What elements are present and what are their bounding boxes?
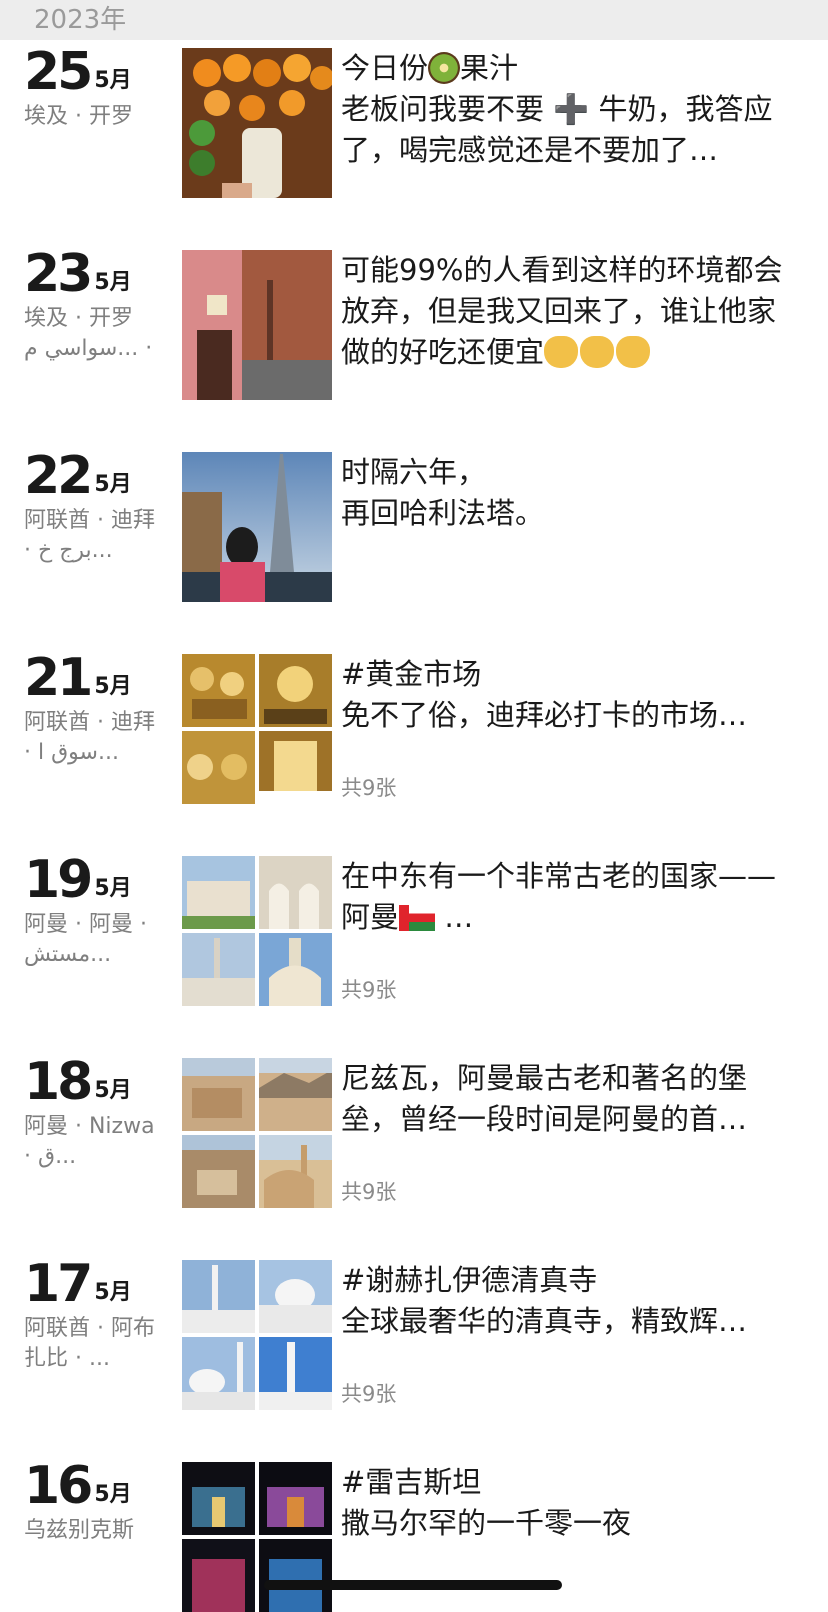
entry-thumbnail[interactable] [182,48,332,198]
nizwa-photo [259,1135,332,1208]
entry-text: 在中东有一个非常古老的国家——阿曼 … [341,856,801,938]
entry-date: 18 5月 [24,1054,132,1110]
gold-photo [259,731,332,804]
oman-photo [182,856,255,929]
gold-photo [182,731,255,804]
entry-location: 阿联酋 · 迪拜 · برج خ... [24,508,155,563]
mosque-photo [259,1260,332,1333]
juice-photo [182,48,332,198]
entry-date: 17 5月 [24,1256,132,1312]
entry-date: 21 5月 [24,650,132,706]
oman-flag-icon [399,905,436,931]
moment-entry[interactable]: 22 5月 阿联酋 · 迪拜 · برج خ... 时隔六年， 再回哈利法塔。 [0,448,828,602]
mosque-photo [182,1260,255,1333]
registan-photo [182,1539,255,1612]
entry-text: 时隔六年， 再回哈利法塔。 [341,455,545,530]
entry-text: #谢赫扎伊德清真寺 全球最奢华的清真寺，精致辉… [341,1263,748,1338]
entry-thumbnail-grid[interactable] [182,654,332,804]
photo-count: 共9张 [341,978,397,1002]
registan-photo [259,1539,332,1612]
photo-count: 共9张 [341,1382,397,1406]
oman-photo [182,933,255,1006]
oman-photo [259,933,332,1006]
entry-date: 25 5月 [24,44,132,100]
entry-day: 21 [24,648,93,708]
entry-text-after: … [435,900,474,934]
photo-count: 共9张 [341,776,397,800]
entry-text: 可能99%的人看到这样的环境都会放弃，但是我又回来了，谁让他家做的好吃还便宜 [341,250,801,373]
entry-month: 5月 [94,674,132,699]
entry-thumbnail-grid[interactable] [182,856,332,1006]
entry-month: 5月 [94,1280,132,1305]
registan-photo [259,1462,332,1535]
gold-photo [182,654,255,727]
entry-day: 22 [24,446,93,506]
entry-text: 尼兹瓦，阿曼最古老和著名的堡垒，曾经一段时间是阿曼的首… [341,1061,748,1136]
entry-location: 阿曼 · 阿曼 · مستش... [24,912,147,967]
entry-text: #黄金市场 免不了俗，迪拜必打卡的市场… [341,657,748,732]
entry-month: 5月 [94,1078,132,1103]
oman-photo [259,856,332,929]
registan-photo [182,1462,255,1535]
gold-photo [259,654,332,727]
nizwa-photo [182,1135,255,1208]
entry-text-before: 今日份 [341,51,429,85]
entry-location: 阿联酋 · 迪拜 · سوق ا... [24,710,155,765]
entry-text: #雷吉斯坦 撒马尔罕的一千零一夜 [341,1465,632,1540]
entry-text: 今日份 果汁 老板问我要不要 ➕ 牛奶，我答应了，喝完感觉还是不要加了… [341,48,801,171]
entry-month: 5月 [94,68,132,93]
moment-entry[interactable]: 25 5月 埃及 · 开罗 今日份 果汁 老板问我要不要 ➕ 牛奶，我答应了，喝完感… [0,44,828,198]
home-indicator[interactable] [264,1580,562,1590]
cat-emoji-icon [544,336,579,368]
moment-entry[interactable]: 21 5月 阿联酋 · 迪拜 · سوق ا... #黄金市场 免不了俗，迪拜必打… [0,650,828,804]
entry-location: 阿联酋 · 阿布扎比 · ... [24,1316,155,1371]
entry-day: 19 [24,850,93,910]
entry-day: 17 [24,1254,93,1314]
entry-location: 阿曼 · Nizwa · ق... [24,1114,155,1169]
entry-day: 16 [24,1456,93,1516]
entry-location: 埃及 · 开罗 سواسي م... · [24,306,153,361]
kiwi-icon [428,52,461,84]
moment-entry[interactable]: 17 5月 阿联酋 · 阿布扎比 · ... #谢赫扎伊德清真寺 全球最奢华的清真… [0,1256,828,1410]
entry-thumbnail[interactable] [182,250,332,400]
entry-month: 5月 [94,876,132,901]
entry-thumbnail[interactable] [182,452,332,602]
burj-khalifa-photo [182,452,332,602]
entry-month: 5月 [94,472,132,497]
entry-thumbnail-grid[interactable] [182,1260,332,1410]
entry-date: 22 5月 [24,448,132,504]
nizwa-photo [182,1058,255,1131]
entry-month: 5月 [94,1482,132,1507]
entry-date: 23 5月 [24,246,132,302]
nizwa-photo [259,1058,332,1131]
mosque-photo [259,1337,332,1410]
entry-date: 19 5月 [24,852,132,908]
restaurant-photo [182,250,332,400]
entry-thumbnail-grid[interactable] [182,1058,332,1208]
entry-day: 23 [24,244,93,304]
photo-count: 共9张 [341,1180,397,1204]
moment-entry[interactable]: 23 5月 埃及 · 开罗 سواسي م... · 可能99%的人看到这样的环境… [0,246,828,400]
entry-month: 5月 [94,270,132,295]
year-header: 2023年 [0,0,828,40]
entry-location: 埃及 · 开罗 [24,104,133,129]
mosque-photo [182,1337,255,1410]
cat-emoji-icon [616,336,651,368]
entry-location: 乌兹别克斯 [24,1518,135,1543]
entry-day: 18 [24,1052,93,1112]
entry-date: 16 5月 [24,1458,132,1514]
moment-entry[interactable]: 18 5月 阿曼 · Nizwa · ق... 尼兹瓦，阿曼最古老和著名的堡垒，曾… [0,1054,828,1208]
moment-entry[interactable]: 19 5月 阿曼 · 阿曼 · مستش... 在中东有一个非常古老的国家——阿曼… [0,852,828,1006]
cat-emoji-icon [580,336,615,368]
entry-day: 25 [24,42,93,102]
